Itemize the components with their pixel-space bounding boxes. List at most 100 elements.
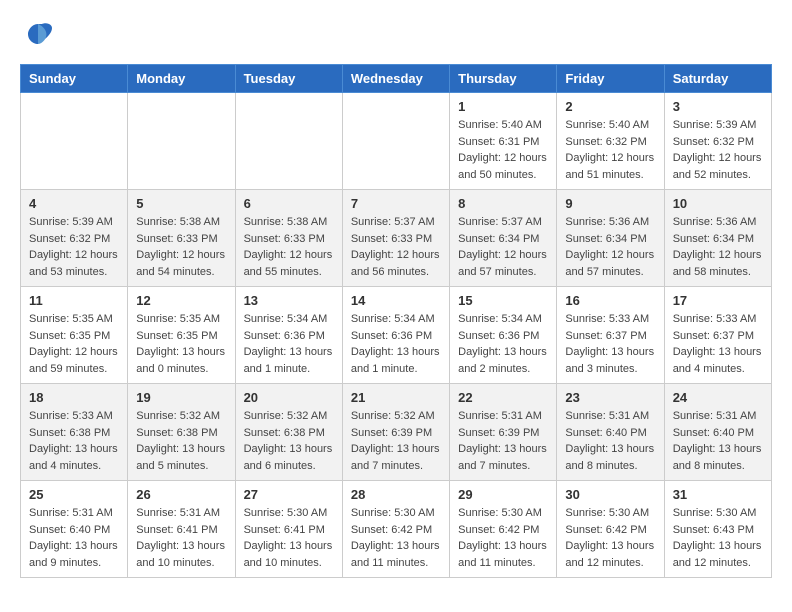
- day-number: 27: [244, 487, 334, 502]
- day-info: Sunrise: 5:39 AM Sunset: 6:32 PM Dayligh…: [673, 117, 763, 183]
- day-info: Sunrise: 5:34 AM Sunset: 6:36 PM Dayligh…: [458, 311, 548, 377]
- day-number: 12: [136, 293, 226, 308]
- calendar-cell: 9 Sunrise: 5:36 AM Sunset: 6:34 PM Daylig…: [557, 190, 664, 287]
- weekday-header-sunday: Sunday: [21, 65, 128, 93]
- day-number: 17: [673, 293, 763, 308]
- week-row-4: 18Sunrise: 5:33 AM Sunset: 6:38 PM Dayli…: [21, 384, 772, 481]
- day-info: Sunrise: 5:38 AM Sunset: 6:33 PM Dayligh…: [136, 214, 226, 280]
- day-number: 9: [565, 196, 655, 211]
- weekday-header-row: SundayMondayTuesdayWednesdayThursdayFrid…: [21, 65, 772, 93]
- calendar-cell: [342, 93, 449, 190]
- calendar-cell: [128, 93, 235, 190]
- weekday-header-saturday: Saturday: [664, 65, 771, 93]
- calendar-cell: 24 Sunrise: 5:31 AM Sunset: 6:40 PM Dayli…: [664, 384, 771, 481]
- calendar-cell: 31 Sunrise: 5:30 AM Sunset: 6:43 PM Dayli…: [664, 481, 771, 578]
- calendar-cell: 21 Sunrise: 5:32 AM Sunset: 6:39 PM Dayli…: [342, 384, 449, 481]
- day-number: 1: [458, 99, 548, 114]
- calendar-cell: 27 Sunrise: 5:30 AM Sunset: 6:41 PM Dayli…: [235, 481, 342, 578]
- logo-icon: [24, 20, 52, 48]
- day-info: Sunrise: 5:30 AM Sunset: 6:42 PM Dayligh…: [458, 505, 548, 571]
- day-info: Sunrise: 5:33 AM Sunset: 6:37 PM Dayligh…: [565, 311, 655, 377]
- day-info: Sunrise: 5:32 AM Sunset: 6:38 PM Dayligh…: [136, 408, 226, 474]
- day-info: Sunrise: 5:39 AM Sunset: 6:32 PM Dayligh…: [29, 214, 119, 280]
- day-number: 16: [565, 293, 655, 308]
- logo: [20, 20, 52, 48]
- calendar-cell: [235, 93, 342, 190]
- day-number: 18: [29, 390, 119, 405]
- day-info: Sunrise: 5:38 AM Sunset: 6:33 PM Dayligh…: [244, 214, 334, 280]
- day-number: 3: [673, 99, 763, 114]
- calendar-cell: 26Sunrise: 5:31 AM Sunset: 6:41 PM Dayli…: [128, 481, 235, 578]
- page: SundayMondayTuesdayWednesdayThursdayFrid…: [0, 0, 792, 598]
- calendar-cell: 6 Sunrise: 5:38 AM Sunset: 6:33 PM Daylig…: [235, 190, 342, 287]
- day-info: Sunrise: 5:30 AM Sunset: 6:42 PM Dayligh…: [565, 505, 655, 571]
- weekday-header-friday: Friday: [557, 65, 664, 93]
- day-info: Sunrise: 5:35 AM Sunset: 6:35 PM Dayligh…: [136, 311, 226, 377]
- day-number: 22: [458, 390, 548, 405]
- day-info: Sunrise: 5:37 AM Sunset: 6:34 PM Dayligh…: [458, 214, 548, 280]
- calendar-cell: 20Sunrise: 5:32 AM Sunset: 6:38 PM Dayli…: [235, 384, 342, 481]
- week-row-2: 4 Sunrise: 5:39 AM Sunset: 6:32 PM Daylig…: [21, 190, 772, 287]
- day-number: 25: [29, 487, 119, 502]
- calendar-cell: 2 Sunrise: 5:40 AM Sunset: 6:32 PM Daylig…: [557, 93, 664, 190]
- day-info: Sunrise: 5:31 AM Sunset: 6:40 PM Dayligh…: [29, 505, 119, 571]
- calendar-table: SundayMondayTuesdayWednesdayThursdayFrid…: [20, 64, 772, 578]
- week-row-1: 1Sunrise: 5:40 AM Sunset: 6:31 PM Daylig…: [21, 93, 772, 190]
- calendar-cell: 18Sunrise: 5:33 AM Sunset: 6:38 PM Dayli…: [21, 384, 128, 481]
- calendar-cell: 14 Sunrise: 5:34 AM Sunset: 6:36 PM Dayli…: [342, 287, 449, 384]
- day-number: 11: [29, 293, 119, 308]
- calendar-cell: 30 Sunrise: 5:30 AM Sunset: 6:42 PM Dayli…: [557, 481, 664, 578]
- day-number: 30: [565, 487, 655, 502]
- day-info: Sunrise: 5:35 AM Sunset: 6:35 PM Dayligh…: [29, 311, 119, 377]
- day-number: 28: [351, 487, 441, 502]
- weekday-header-thursday: Thursday: [450, 65, 557, 93]
- calendar-cell: 10 Sunrise: 5:36 AM Sunset: 6:34 PM Dayli…: [664, 190, 771, 287]
- calendar-cell: 15 Sunrise: 5:34 AM Sunset: 6:36 PM Dayli…: [450, 287, 557, 384]
- day-info: Sunrise: 5:34 AM Sunset: 6:36 PM Dayligh…: [351, 311, 441, 377]
- calendar-cell: 4 Sunrise: 5:39 AM Sunset: 6:32 PM Daylig…: [21, 190, 128, 287]
- calendar-cell: 29 Sunrise: 5:30 AM Sunset: 6:42 PM Dayli…: [450, 481, 557, 578]
- day-number: 26: [136, 487, 226, 502]
- calendar-cell: 1Sunrise: 5:40 AM Sunset: 6:31 PM Daylig…: [450, 93, 557, 190]
- day-number: 8: [458, 196, 548, 211]
- day-number: 10: [673, 196, 763, 211]
- day-number: 4: [29, 196, 119, 211]
- day-number: 5: [136, 196, 226, 211]
- calendar-cell: 3 Sunrise: 5:39 AM Sunset: 6:32 PM Daylig…: [664, 93, 771, 190]
- day-info: Sunrise: 5:34 AM Sunset: 6:36 PM Dayligh…: [244, 311, 334, 377]
- calendar-cell: 17Sunrise: 5:33 AM Sunset: 6:37 PM Dayli…: [664, 287, 771, 384]
- day-number: 6: [244, 196, 334, 211]
- day-number: 31: [673, 487, 763, 502]
- day-number: 23: [565, 390, 655, 405]
- weekday-header-tuesday: Tuesday: [235, 65, 342, 93]
- day-info: Sunrise: 5:36 AM Sunset: 6:34 PM Dayligh…: [673, 214, 763, 280]
- calendar-cell: 8 Sunrise: 5:37 AM Sunset: 6:34 PM Daylig…: [450, 190, 557, 287]
- day-info: Sunrise: 5:37 AM Sunset: 6:33 PM Dayligh…: [351, 214, 441, 280]
- day-number: 20: [244, 390, 334, 405]
- day-number: 15: [458, 293, 548, 308]
- calendar-cell: 11 Sunrise: 5:35 AM Sunset: 6:35 PM Dayli…: [21, 287, 128, 384]
- day-info: Sunrise: 5:30 AM Sunset: 6:41 PM Dayligh…: [244, 505, 334, 571]
- day-number: 2: [565, 99, 655, 114]
- week-row-5: 25 Sunrise: 5:31 AM Sunset: 6:40 PM Dayli…: [21, 481, 772, 578]
- weekday-header-wednesday: Wednesday: [342, 65, 449, 93]
- day-number: 29: [458, 487, 548, 502]
- day-info: Sunrise: 5:31 AM Sunset: 6:40 PM Dayligh…: [673, 408, 763, 474]
- week-row-3: 11 Sunrise: 5:35 AM Sunset: 6:35 PM Dayli…: [21, 287, 772, 384]
- day-info: Sunrise: 5:40 AM Sunset: 6:32 PM Dayligh…: [565, 117, 655, 183]
- calendar-cell: 22 Sunrise: 5:31 AM Sunset: 6:39 PM Dayli…: [450, 384, 557, 481]
- day-info: Sunrise: 5:31 AM Sunset: 6:40 PM Dayligh…: [565, 408, 655, 474]
- day-info: Sunrise: 5:30 AM Sunset: 6:43 PM Dayligh…: [673, 505, 763, 571]
- weekday-header-monday: Monday: [128, 65, 235, 93]
- calendar-cell: 19 Sunrise: 5:32 AM Sunset: 6:38 PM Dayli…: [128, 384, 235, 481]
- header: [20, 20, 772, 48]
- day-number: 14: [351, 293, 441, 308]
- day-number: 21: [351, 390, 441, 405]
- day-info: Sunrise: 5:32 AM Sunset: 6:39 PM Dayligh…: [351, 408, 441, 474]
- day-info: Sunrise: 5:36 AM Sunset: 6:34 PM Dayligh…: [565, 214, 655, 280]
- calendar-cell: 7Sunrise: 5:37 AM Sunset: 6:33 PM Daylig…: [342, 190, 449, 287]
- day-number: 19: [136, 390, 226, 405]
- day-number: 24: [673, 390, 763, 405]
- calendar-cell: 23 Sunrise: 5:31 AM Sunset: 6:40 PM Dayli…: [557, 384, 664, 481]
- day-info: Sunrise: 5:31 AM Sunset: 6:39 PM Dayligh…: [458, 408, 548, 474]
